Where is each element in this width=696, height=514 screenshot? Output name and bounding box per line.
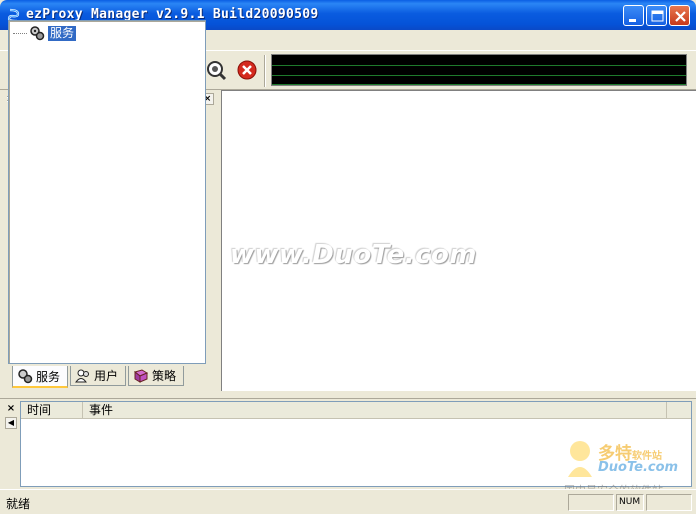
- watermark-text: www.DuoTe.com: [230, 240, 477, 270]
- mascot-icon: [568, 441, 592, 477]
- status-cell-end: [646, 494, 692, 511]
- status-text: 就绪: [6, 497, 31, 511]
- tab-policies-label: 策略: [152, 369, 177, 383]
- stop-icon: [237, 60, 257, 80]
- service-tree: 服务: [8, 20, 206, 364]
- status-bar: 就绪 NUM: [0, 489, 696, 514]
- tab-users-label: 用户: [94, 369, 119, 383]
- tab-policies[interactable]: 策略: [128, 366, 184, 386]
- corner-logo: 多特软件站 DuoTe.com 国内最安全的软件站: [562, 435, 692, 497]
- book-icon: [133, 368, 149, 383]
- tree-node-label: 服务: [48, 25, 77, 41]
- close-button[interactable]: [669, 5, 690, 26]
- magnifier-icon: [207, 61, 227, 81]
- log-header: 时间 事件: [21, 402, 691, 419]
- tab-services[interactable]: 服务: [12, 366, 68, 388]
- log-panel-controls: × ◀: [4, 401, 18, 487]
- maximize-button[interactable]: [646, 5, 667, 26]
- tab-users[interactable]: 用户: [70, 366, 126, 386]
- minimize-icon: [629, 19, 636, 22]
- gears-icon: [18, 369, 33, 384]
- num-lock-indicator: NUM: [616, 494, 644, 511]
- tab-services-label: 服务: [36, 369, 61, 384]
- minimize-button[interactable]: [623, 5, 644, 26]
- corner-logo-url: DuoTe.com: [598, 460, 679, 475]
- tree-node-services[interactable]: 服务: [29, 25, 77, 41]
- log-dock-button[interactable]: ◀: [5, 417, 17, 429]
- gears-icon: [30, 26, 45, 41]
- close-icon: [675, 11, 686, 22]
- stop-button[interactable]: [234, 57, 260, 83]
- column-event[interactable]: 事件: [83, 402, 667, 419]
- users-icon: [75, 369, 89, 382]
- tree-connector: [13, 33, 27, 34]
- log-close-button[interactable]: ×: [5, 403, 17, 415]
- search-button[interactable]: [203, 57, 229, 83]
- maximize-icon: [651, 10, 664, 22]
- horizontal-splitter[interactable]: [0, 391, 696, 399]
- traffic-monitor: [271, 54, 687, 86]
- toolbar-separator: [264, 55, 266, 87]
- status-cell-empty: [568, 494, 614, 511]
- column-time[interactable]: 时间: [21, 402, 83, 419]
